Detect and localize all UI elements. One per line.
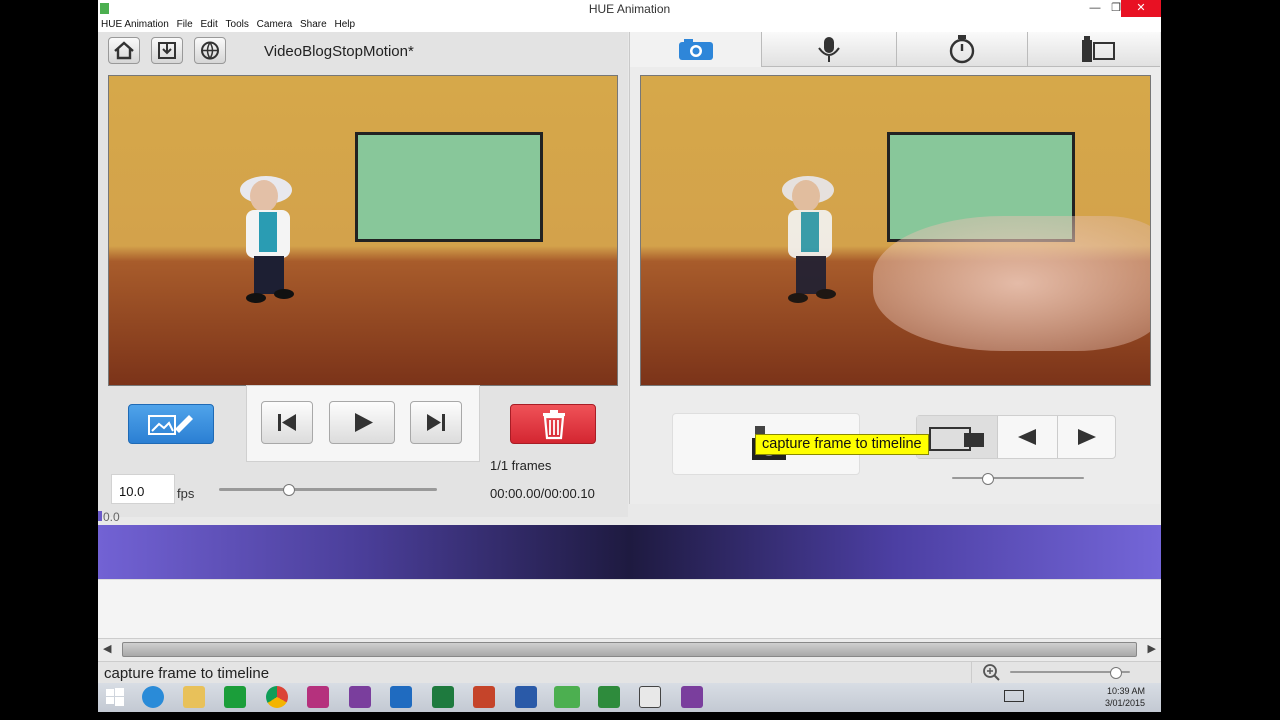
frame-count: 1/1 frames [490,458,552,473]
globe-icon [201,41,219,60]
hue-icon[interactable] [554,686,580,708]
save-icon [158,42,176,59]
close-button[interactable]: ✕ [1121,0,1161,17]
zoom-control [971,662,1161,684]
edit-image-icon [148,415,193,435]
onion-next-button[interactable] [1058,416,1116,458]
system-clock[interactable]: 10:39 AM 3/01/2015 [1105,685,1145,709]
outlook-icon[interactable] [390,686,412,708]
onion-skin-controls [916,415,1116,459]
scroll-left-icon[interactable]: ◀ [103,642,111,655]
timeline-scrollbar[interactable]: ◀ ▶ [98,638,1161,661]
internet-explorer-icon[interactable] [142,686,164,708]
skip-forward-icon [427,414,445,431]
windows-taskbar: 10:39 AM 3/01/2015 [98,683,1161,712]
status-bar: capture frame to timeline [98,661,1161,684]
green-board [355,132,543,242]
timeline-area [98,579,1161,638]
zoom-slider-knob[interactable] [1110,667,1122,679]
fps-input[interactable]: 10.0 [111,474,175,504]
delete-frame-button[interactable] [510,404,596,444]
home-icon [114,41,134,60]
onenote-icon[interactable] [349,686,371,708]
menu-tools[interactable]: Tools [226,17,249,32]
previous-frame-button[interactable] [261,401,313,444]
timeline-start-label: 0.0 [103,510,120,524]
window-title: HUE Animation [588,2,671,16]
film-strip-icon [1082,36,1115,62]
onion-opacity-knob[interactable] [982,473,994,485]
title-bar: HUE Animation — ❐ ✕ [98,0,1161,17]
fps-label: fps [177,486,195,501]
clay-figure [240,176,294,303]
menu-bar: HUE Animation File Edit Tools Camera Sha… [98,17,1161,32]
time-readout: 00:00.00/00:00.10 [490,486,595,501]
onenote-2-icon[interactable] [681,686,703,708]
clock-date: 3/01/2015 [1104,698,1145,708]
scrollbar-thumb[interactable] [122,642,1137,657]
chrome-icon[interactable] [266,686,288,708]
excel-icon[interactable] [432,686,454,708]
word-icon[interactable] [515,686,537,708]
tab-film[interactable] [1027,32,1160,67]
menu-hue-animation[interactable]: HUE Animation [101,17,169,32]
onion-opacity-slider[interactable] [952,477,1084,479]
clock-time: 10:39 AM [1106,686,1145,696]
timeline-track[interactable] [98,525,1161,579]
project-title: VideoBlogStopMotion* [264,43,414,60]
arrow-left-icon [1018,429,1036,445]
save-button[interactable] [151,37,183,64]
playback-controls [246,385,480,462]
playhead-marker[interactable] [98,511,102,521]
menu-edit[interactable]: Edit [201,17,218,32]
home-button[interactable] [108,37,140,64]
playback-pane: VideoBlogStopMotion* 1/1 frames 10.0 fps… [98,32,628,517]
share-web-button[interactable] [194,37,226,64]
skip-back-icon [278,414,296,431]
app-window: HUE Animation — ❐ ✕ HUE Animation File E… [98,0,1161,712]
camtasia-icon[interactable] [598,686,620,708]
keyboard-icon[interactable] [1004,690,1024,702]
zoom-icon[interactable] [980,662,1004,684]
tab-camera[interactable] [630,32,761,67]
start-icon[interactable] [104,686,126,708]
camtasia-recorder-icon[interactable] [639,686,661,708]
menu-share[interactable]: Share [300,17,327,32]
powerpoint-icon[interactable] [473,686,495,708]
tab-audio[interactable] [761,32,896,67]
arrow-right-icon [1078,429,1096,445]
clay-figure [782,176,836,303]
hand-blur [873,216,1150,351]
capture-tooltip: capture frame to timeline [755,434,929,455]
onion-skin-button[interactable] [917,416,998,458]
fps-slider[interactable] [219,488,437,491]
playback-preview [108,75,618,386]
tab-timer[interactable] [896,32,1027,67]
status-text: capture frame to timeline [104,665,270,682]
onion-previous-button[interactable] [998,416,1058,458]
stopwatch-icon [949,35,975,64]
fps-slider-knob[interactable] [283,484,295,496]
camera-icon [679,39,713,60]
overlay-frames-icon [929,427,984,451]
scroll-right-icon[interactable]: ▶ [1148,642,1156,655]
edit-frame-button[interactable] [128,404,214,444]
play-icon [355,413,373,432]
camera-app-icon[interactable] [307,686,329,708]
trash-icon [543,410,565,440]
camera-live-view [640,75,1151,386]
microphone-icon [818,37,840,62]
menu-help[interactable]: Help [334,17,355,32]
file-explorer-icon[interactable] [183,686,205,708]
store-icon[interactable] [224,686,246,708]
next-frame-button[interactable] [410,401,462,444]
menu-file[interactable]: File [177,17,193,32]
menu-camera[interactable]: Camera [257,17,293,32]
play-button[interactable] [329,401,395,444]
